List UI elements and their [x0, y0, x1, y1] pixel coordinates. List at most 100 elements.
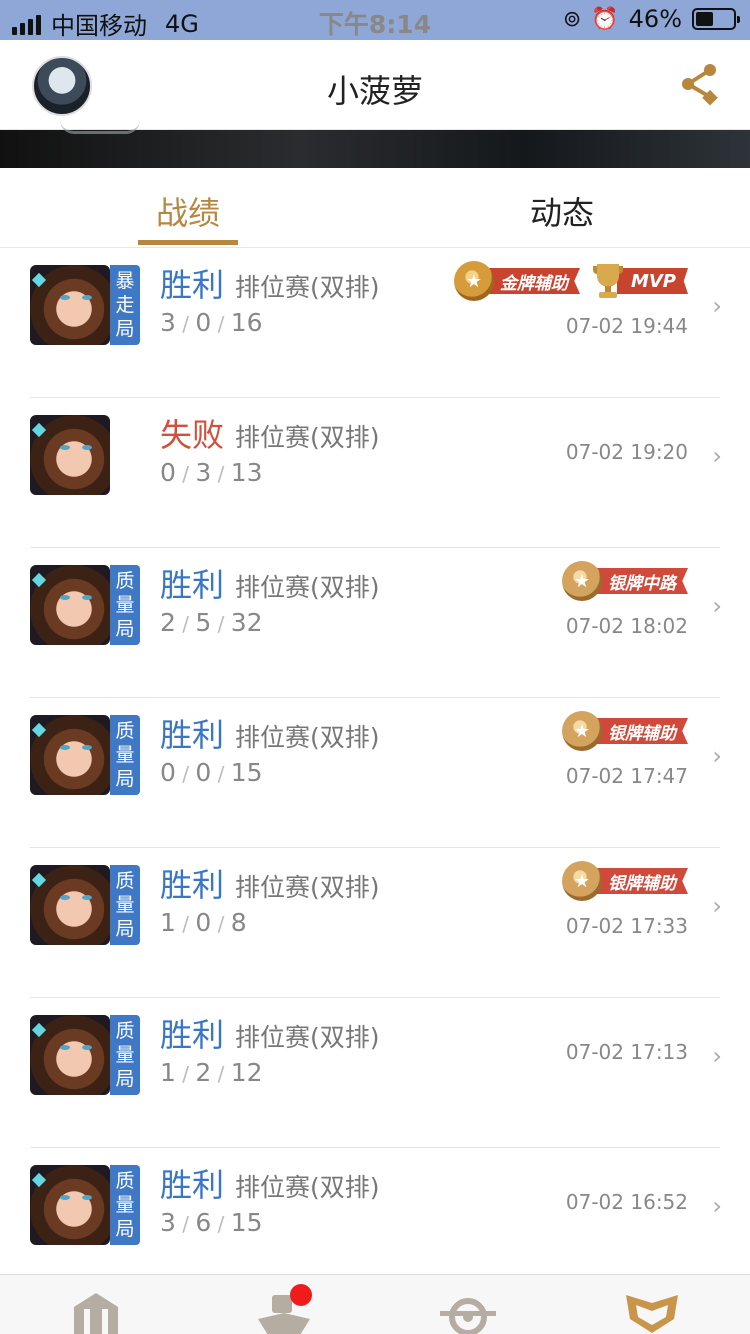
match-time: 07-02 16:52 [565, 1190, 688, 1214]
assists: 15 [230, 1208, 263, 1237]
alarm-icon: ⏰ [591, 6, 619, 32]
match-tag: 质量局 [110, 715, 140, 795]
honor-badge: ★ 银牌中路 [562, 561, 688, 601]
deaths: 6 [195, 1208, 212, 1237]
match-time: 07-02 19:20 [565, 440, 688, 464]
share-icon[interactable] [678, 60, 720, 106]
match-tag: 质量局 [110, 1015, 140, 1095]
match-mode: 排位赛(双排) [235, 1173, 380, 1202]
match-tag: 质量局 [110, 865, 140, 945]
kills: 0 [160, 758, 176, 787]
me-icon[interactable] [622, 1289, 682, 1334]
match-tag-text: 质量局 [115, 870, 137, 940]
match-tag-text: 质量局 [115, 1170, 137, 1240]
chevron-right-icon: › [712, 742, 722, 770]
deaths: 2 [195, 1058, 212, 1087]
match-mode: 排位赛(双排) [235, 1023, 380, 1052]
hero-portrait [30, 265, 110, 345]
match-row[interactable]: 质量局 胜利 排位赛(双排) 0 / 0 / 15 07-02 17:47 ★ 银牌辅助 › [0, 698, 750, 848]
honor-label: 银牌辅助 [592, 718, 688, 744]
star-medal-icon: ★ [562, 561, 602, 601]
hero-portrait [30, 415, 110, 495]
match-time: 07-02 17:33 [565, 914, 688, 938]
star-medal-icon: ★ [562, 711, 602, 751]
battery-icon [692, 8, 740, 30]
match-list: 暴走局 胜利 排位赛(双排) 3 / 0 / 16 07-02 19:44 ★ 金牌辅助 MV… [0, 248, 750, 1298]
page-title: 小菠萝 [326, 72, 423, 110]
star-medal-icon: ★ [562, 861, 602, 901]
chevron-right-icon: › [712, 1192, 722, 1220]
match-mode: 排位赛(双排) [235, 273, 380, 302]
match-tag: 质量局 [110, 565, 140, 645]
discover-icon[interactable] [438, 1289, 498, 1334]
match-kda: 2 / 5 / 32 [160, 608, 263, 637]
assists: 32 [230, 608, 263, 637]
match-time: 07-02 19:44 [565, 314, 688, 338]
battery-percent: 46% [628, 5, 682, 33]
assists: 15 [230, 758, 263, 787]
match-time: 07-02 17:13 [565, 1040, 688, 1064]
tab-bar: 战绩 动态 [0, 168, 750, 248]
match-tag-text: 质量局 [115, 720, 137, 790]
tab-record[interactable]: 战绩 [138, 188, 238, 245]
match-mode: 排位赛(双排) [235, 873, 380, 902]
match-row[interactable]: 质量局 胜利 排位赛(双排) 1 / 0 / 8 07-02 17:33 ★ 银牌辅助 › [0, 848, 750, 998]
match-result: 失败 [160, 416, 225, 454]
deaths: 0 [195, 908, 212, 937]
hero-portrait [30, 715, 110, 795]
match-row[interactable]: 暴走局 胜利 排位赛(双排) 3 / 0 / 16 07-02 19:44 ★ 金牌辅助 MV… [0, 248, 750, 398]
profile-banner [0, 130, 750, 168]
deaths: 0 [195, 308, 212, 337]
honor-label: 银牌辅助 [592, 868, 688, 894]
match-time: 07-02 18:02 [565, 614, 688, 638]
honor-label: 金牌辅助 [484, 268, 580, 294]
status-bar: 中国移动 4G 下午8:14 ⊚ ⏰ 46% [0, 0, 750, 40]
kills: 3 [160, 1208, 176, 1237]
chevron-right-icon: › [712, 892, 722, 920]
match-kda: 1 / 2 / 12 [160, 1058, 263, 1087]
notification-dot [290, 1284, 312, 1306]
kills: 0 [160, 458, 176, 487]
deaths: 3 [195, 458, 212, 487]
hero-portrait [30, 565, 110, 645]
hero-portrait [30, 865, 110, 945]
match-row[interactable]: 质量局 胜利 排位赛(双排) 1 / 2 / 12 07-02 17:13 › [0, 998, 750, 1148]
match-result: 胜利 [160, 566, 225, 604]
top-header: 小菠萝 [0, 40, 750, 130]
honor-badge: ★ 金牌辅助 [454, 261, 580, 301]
match-kda: 0 / 3 / 13 [160, 458, 263, 487]
honor-badge: ★ 银牌辅助 [562, 861, 688, 901]
match-kda: 0 / 0 / 15 [160, 758, 263, 787]
honor-badge: ★ 银牌辅助 [562, 711, 688, 751]
tab-feed[interactable]: 动态 [512, 188, 612, 234]
assists: 8 [230, 908, 247, 937]
mvp-label: MVP [616, 268, 688, 294]
kills: 1 [160, 1058, 176, 1087]
hero-portrait [30, 1015, 110, 1095]
match-mode: 排位赛(双排) [235, 573, 380, 602]
home-icon[interactable] [66, 1289, 126, 1334]
bottom-nav [0, 1274, 750, 1334]
match-kda: 3 / 0 / 16 [160, 308, 263, 337]
chevron-right-icon: › [712, 442, 722, 470]
kills: 2 [160, 608, 176, 637]
deaths: 0 [195, 758, 212, 787]
match-tag-text: 质量局 [115, 570, 137, 640]
match-kda: 1 / 0 / 8 [160, 908, 247, 937]
kills: 1 [160, 908, 176, 937]
star-medal-icon: ★ [454, 261, 494, 301]
match-mode: 排位赛(双排) [235, 423, 380, 452]
match-row[interactable]: 失败 排位赛(双排) 0 / 3 / 13 07-02 19:20 › [0, 398, 750, 548]
match-row[interactable]: 质量局 胜利 排位赛(双排) 2 / 5 / 32 07-02 18:02 ★ 银牌中路 › [0, 548, 750, 698]
match-tag: 暴走局 [110, 265, 140, 345]
chevron-right-icon: › [712, 1042, 722, 1070]
mvp-badge: MVP [591, 262, 688, 300]
match-result: 胜利 [160, 716, 225, 754]
chevron-right-icon: › [712, 592, 722, 620]
match-result: 胜利 [160, 866, 225, 904]
deaths: 5 [195, 608, 212, 637]
match-result: 胜利 [160, 266, 225, 304]
match-time: 07-02 17:47 [565, 764, 688, 788]
match-mode: 排位赛(双排) [235, 723, 380, 752]
match-tag: 质量局 [110, 1165, 140, 1245]
